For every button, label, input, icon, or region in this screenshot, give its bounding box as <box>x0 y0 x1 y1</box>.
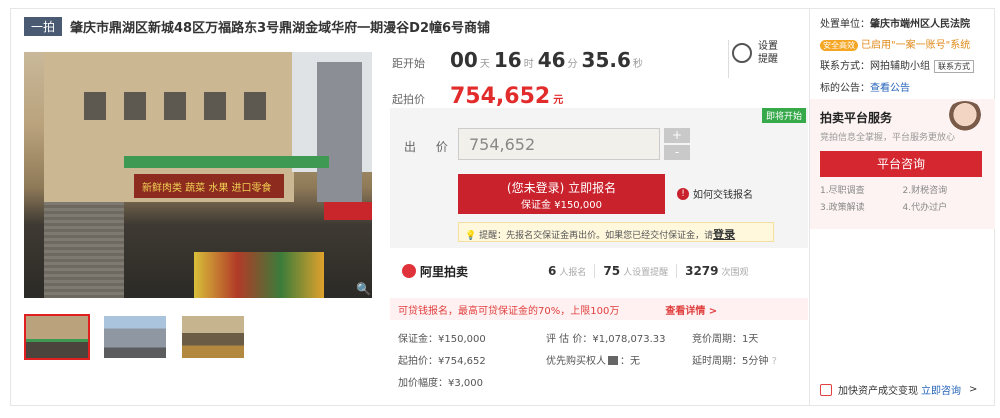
agent-avatar <box>945 101 985 135</box>
loan-banner: 可贷钱报名，最高可贷保证金的70%，上限100万 查看详情 > <box>390 298 808 320</box>
reminder-count: 75 人设置提醒 <box>594 264 676 278</box>
login-link[interactable]: 登录 <box>713 228 735 241</box>
shop-sign: 新鲜肉类 蔬菜 水果 进口零食 <box>134 174 284 198</box>
service-item[interactable]: 2.财税咨询 <box>903 183 986 196</box>
bulb-icon: 💡 <box>465 231 477 241</box>
thumbnail-2[interactable] <box>102 314 168 360</box>
service-panel: 拍卖平台服务 竞拍信息全掌握，平台服务更放心 平台咨询 1.尽职调查 2.财税咨… <box>810 99 995 229</box>
bid-box: 即将开始 出 价 + - (您未登录) 立即报名 保证金 ¥150,000 ! … <box>390 108 808 248</box>
deposit-tip: 💡 提醒：先报名交保证金再出价。如果您已经交付保证金，请登录 <box>458 222 774 242</box>
increment-info: 加价幅度：¥3,000 <box>398 378 483 389</box>
service-item[interactable]: 4.代办过户 <box>903 200 986 213</box>
info-icon: ! <box>677 187 689 200</box>
contact-row: 联系方式：网拍辅助小组 联系方式 <box>820 57 984 73</box>
bid-input[interactable] <box>458 128 660 160</box>
signup-count: 6 人报名 <box>548 264 587 278</box>
consult-now-link[interactable]: 立即咨询 <box>921 382 961 397</box>
service-item[interactable]: 3.政策解读 <box>820 200 903 213</box>
zoom-icon[interactable]: 🔍 <box>356 282 371 296</box>
asset-consult-row[interactable]: 加快资产成交变现 立即咨询 > <box>820 382 977 397</box>
contact-button[interactable]: 联系方式 <box>934 60 974 73</box>
chevron-right-icon: > <box>969 384 978 395</box>
property-title: 肇庆市鼎湖区新城48区万福路东3号鼎湖金域华府一期漫谷D2幢6号商铺 <box>70 20 491 36</box>
safe-badge: 安全高效 <box>820 40 858 51</box>
alarm-clock-icon <box>732 43 752 63</box>
register-button[interactable]: (您未登录) 立即报名 保证金 ¥150,000 <box>458 174 665 214</box>
notice-link[interactable]: 查看公告 <box>870 83 910 94</box>
help-icon: ? <box>771 356 777 367</box>
set-reminder-button[interactable]: 设置 提醒 <box>732 40 802 66</box>
status-badge: 即将开始 <box>761 108 806 123</box>
service-item[interactable]: 1.尽职调查 <box>820 183 903 196</box>
delay-info: 延时周期：5分钟 ? <box>692 356 777 367</box>
service-list: 1.尽职调查 2.财税咨询 3.政策解读 4.代办过户 <box>820 183 985 213</box>
start-price: 起拍价 754,652 元 <box>392 84 564 109</box>
asset-icon <box>820 383 832 396</box>
thumbnail-3[interactable] <box>180 314 246 360</box>
view-count: 3279 次围观 <box>676 264 756 278</box>
safe-system: 安全高效 已启用"一案一账号"系统 <box>820 36 984 51</box>
loan-details-link[interactable]: 查看详情 > <box>665 306 717 317</box>
auction-stats: 阿里拍卖 6 人报名 75 人设置提醒 3279 次围观 <box>390 256 808 286</box>
start-price-info: 起拍价：¥754,652 <box>398 356 486 367</box>
bid-label: 出 价 <box>404 140 456 154</box>
decrease-button[interactable]: - <box>664 145 690 160</box>
appraisal-info: 评 估 价：¥1,078,073.33 <box>546 334 666 345</box>
how-to-pay-link[interactable]: ! 如何交钱报名 <box>677 186 753 201</box>
bid-stepper: + - <box>664 128 690 160</box>
thumbnail-1[interactable] <box>24 314 90 360</box>
priority-info: 优先购买权人 ：无 <box>546 356 640 367</box>
deposit-info: 保证金：¥150,000 <box>398 334 486 345</box>
increase-button[interactable]: + <box>664 128 690 143</box>
priority-icon <box>608 356 618 365</box>
right-sidebar: 处置单位：肇庆市端州区人民法院 安全高效 已启用"一案一账号"系统 联系方式：网拍… <box>809 9 995 405</box>
countdown: 距开始 00 天 16 时 46 分 35.6 秒 <box>392 48 643 72</box>
cycle-info: 竞价周期：1天 <box>692 334 759 345</box>
property-photo[interactable]: 新鲜肉类 蔬菜 水果 进口零食 🔍 <box>24 52 372 298</box>
disposal-unit: 处置单位：肇庆市端州区人民法院 <box>820 19 970 30</box>
listing-title: 一拍 肇庆市鼎湖区新城48区万福路东3号鼎湖金域华府一期漫谷D2幢6号商铺 <box>24 16 490 36</box>
photo-thumbnails <box>24 314 246 360</box>
consult-button[interactable]: 平台咨询 <box>820 151 982 177</box>
auction-round-tag: 一拍 <box>24 16 63 36</box>
ali-auction-logo: 阿里拍卖 <box>390 263 540 280</box>
notice-row: 标的公告：查看公告 <box>820 83 910 94</box>
